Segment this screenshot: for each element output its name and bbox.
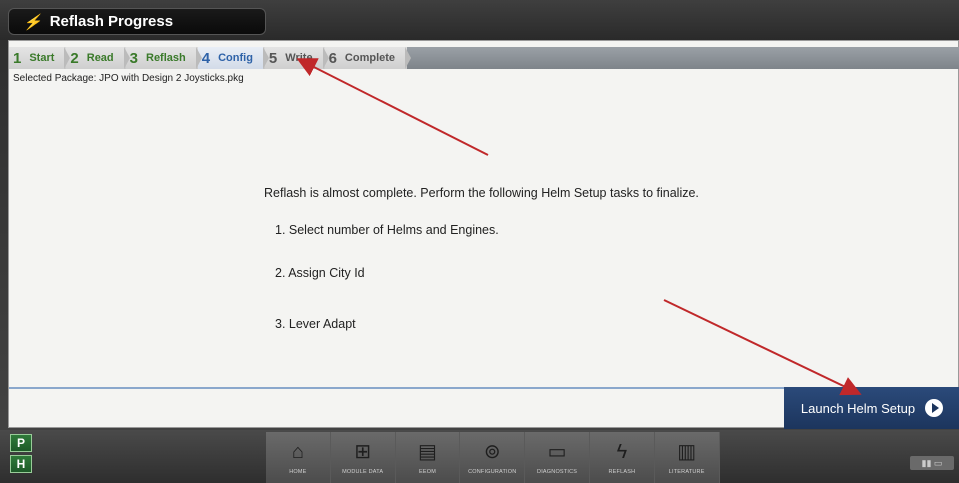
bottom-nav-bar: P H ⌂ HOME ⊞ MODULE DATA ▤ EEOM ⊚ CONFIG… xyxy=(0,430,959,483)
nav-literature[interactable]: ▥ LITERATURE xyxy=(655,432,720,483)
nav-label: HOME xyxy=(289,468,307,475)
task-item: 1. Select number of Helms and Engines. xyxy=(275,223,499,237)
book-icon: ▥ xyxy=(677,440,697,463)
nav-reflash[interactable]: ϟ REFLASH xyxy=(590,432,655,483)
launch-button-label: Launch Helm Setup xyxy=(800,400,916,416)
eeom-icon: ▤ xyxy=(418,440,437,463)
step-chevron xyxy=(123,47,130,69)
p-button[interactable]: P xyxy=(10,434,32,452)
step-number: 4 xyxy=(201,49,211,67)
task-item: 2. Assign City Id xyxy=(275,266,365,280)
window-title-pill: ⚡ Reflash Progress xyxy=(8,8,266,35)
nav-label: EEOM xyxy=(418,468,436,475)
window-title: Reflash Progress xyxy=(49,13,174,30)
main-nav: ⌂ HOME ⊞ MODULE DATA ▤ EEOM ⊚ CONFIGURAT… xyxy=(266,432,720,483)
house-icon: ⌂ xyxy=(291,440,304,463)
h-button[interactable]: H xyxy=(10,455,32,473)
lightning-bolt-icon: ⚡ xyxy=(23,13,42,31)
step-reflash: 3 Reflash xyxy=(125,47,202,69)
step-config: 4 Config xyxy=(197,47,269,69)
step-label: Read xyxy=(86,52,114,64)
step-chevron xyxy=(405,47,412,69)
nav-configuration[interactable]: ⊚ CONFIGURATION xyxy=(460,432,526,483)
nav-eeom[interactable]: ▤ EEOM xyxy=(396,432,461,483)
title-bar: ⚡ Reflash Progress xyxy=(0,0,959,40)
play-circle-icon xyxy=(925,399,944,417)
step-number: 3 xyxy=(129,49,138,67)
task-item: 3. Lever Adapt xyxy=(275,317,356,331)
step-label: Reflash xyxy=(146,52,186,64)
step-write: 5 Write xyxy=(264,47,329,69)
step-label: Start xyxy=(29,52,55,64)
selected-package-label: Selected Package: JPO with Design 2 Joys… xyxy=(13,73,244,84)
nav-diagnostics[interactable]: ▭ DIAGNOSTICS xyxy=(525,432,590,483)
nav-label: LITERATURE xyxy=(668,468,705,475)
step-label: Complete xyxy=(344,52,396,64)
step-start: 1 Start xyxy=(9,47,71,69)
nav-label: MODULE DATA xyxy=(342,468,384,475)
nav-module-data[interactable]: ⊞ MODULE DATA xyxy=(331,432,396,483)
progress-steps: 1 Start 2 Read 3 Reflash 4 Config 5 Writ… xyxy=(9,47,959,69)
module-data-icon: ⊞ xyxy=(354,440,372,463)
step-number: 5 xyxy=(268,49,278,67)
lightning-bolt-icon: ϟ xyxy=(616,440,628,463)
reflash-panel: 1 Start 2 Read 3 Reflash 4 Config 5 Writ… xyxy=(8,40,959,429)
step-number: 6 xyxy=(328,49,337,67)
step-chevron xyxy=(322,47,329,69)
configuration-icon: ⊚ xyxy=(483,440,501,463)
steps-filler xyxy=(407,47,959,69)
instruction-message: Reflash is almost complete. Perform the … xyxy=(264,186,699,200)
nav-label: REFLASH xyxy=(608,468,636,475)
step-chevron xyxy=(64,47,71,69)
step-complete: 6 Complete xyxy=(324,47,412,69)
diagnostics-icon: ▭ xyxy=(547,440,567,463)
nav-label: DIAGNOSTICS xyxy=(537,468,578,475)
step-number: 2 xyxy=(70,49,79,67)
nav-home[interactable]: ⌂ HOME xyxy=(266,432,331,483)
step-chevron xyxy=(262,47,269,69)
window-control[interactable]: ▮▮ ▭ xyxy=(910,456,954,470)
step-label: Config xyxy=(218,52,253,64)
app-root: ⚡ Reflash Progress 1 Start 2 Read 3 Refl… xyxy=(0,0,959,483)
launch-helm-setup-button[interactable]: Launch Helm Setup xyxy=(784,387,959,429)
step-chevron xyxy=(195,47,202,69)
nav-label: CONFIGURATION xyxy=(468,468,517,475)
step-number: 1 xyxy=(13,49,22,67)
step-read: 2 Read xyxy=(66,47,130,69)
step-label: Write xyxy=(285,52,313,64)
